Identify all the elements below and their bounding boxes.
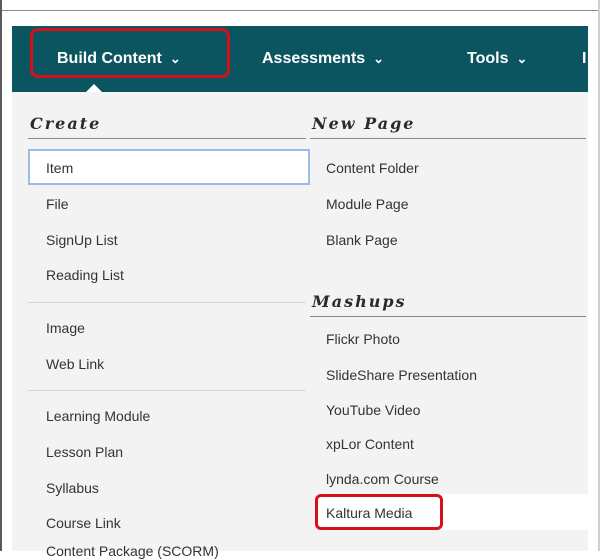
menu-pointer-arrow bbox=[86, 84, 102, 92]
menu-item-signup-list[interactable]: SignUp List bbox=[46, 232, 118, 248]
create-divider-1 bbox=[28, 302, 306, 303]
menu-item-lesson-plan[interactable]: Lesson Plan bbox=[46, 444, 123, 460]
assessments-menu[interactable]: Assessments ⌄ bbox=[262, 26, 384, 92]
mashups-heading-rule bbox=[310, 316, 586, 317]
menu-item-blank-page[interactable]: Blank Page bbox=[326, 232, 398, 248]
create-divider-2 bbox=[28, 390, 306, 391]
build-content-highlight bbox=[30, 28, 230, 78]
window-top-edge bbox=[0, 0, 600, 11]
new-page-heading-rule bbox=[310, 138, 586, 139]
menu-item-youtube-video[interactable]: YouTube Video bbox=[326, 402, 420, 418]
mashups-heading: Mashups bbox=[312, 292, 407, 311]
tools-label: Tools bbox=[467, 50, 509, 67]
menu-item-content-package[interactable]: Content Package (SCORM) bbox=[46, 543, 219, 559]
menu-item-module-page[interactable]: Module Page bbox=[326, 196, 409, 212]
menu-item-lynda-course[interactable]: lynda.com Course bbox=[326, 471, 439, 487]
menu-item-slideshare-presentation[interactable]: SlideShare Presentation bbox=[326, 367, 477, 383]
menu-item-learning-module[interactable]: Learning Module bbox=[46, 408, 150, 424]
menu-item-course-link[interactable]: Course Link bbox=[46, 515, 121, 531]
menu-item-image[interactable]: Image bbox=[46, 320, 85, 336]
kaltura-media-highlight bbox=[315, 494, 443, 530]
create-heading-rule bbox=[28, 138, 306, 139]
chevron-down-icon: ⌄ bbox=[516, 51, 528, 66]
window-left-edge bbox=[0, 0, 2, 551]
tools-menu[interactable]: Tools ⌄ bbox=[467, 26, 527, 92]
menu-item-file[interactable]: File bbox=[46, 196, 69, 212]
menu-item-reading-list[interactable]: Reading List bbox=[46, 267, 124, 283]
new-page-heading: New Page bbox=[312, 114, 416, 133]
menu-item-flickr-photo[interactable]: Flickr Photo bbox=[326, 331, 400, 347]
menu-item-xplor-content[interactable]: xpLor Content bbox=[326, 436, 414, 452]
chevron-down-icon: ⌄ bbox=[373, 51, 385, 66]
next-menu-label: I bbox=[582, 50, 587, 67]
create-heading: Create bbox=[30, 114, 102, 133]
next-menu-partial[interactable]: I bbox=[582, 26, 586, 92]
assessments-label: Assessments bbox=[262, 50, 366, 67]
menu-item-web-link[interactable]: Web Link bbox=[46, 356, 104, 372]
menu-item-content-folder[interactable]: Content Folder bbox=[326, 160, 419, 176]
menu-item-syllabus[interactable]: Syllabus bbox=[46, 480, 99, 496]
menu-item-item[interactable]: Item bbox=[46, 160, 73, 176]
